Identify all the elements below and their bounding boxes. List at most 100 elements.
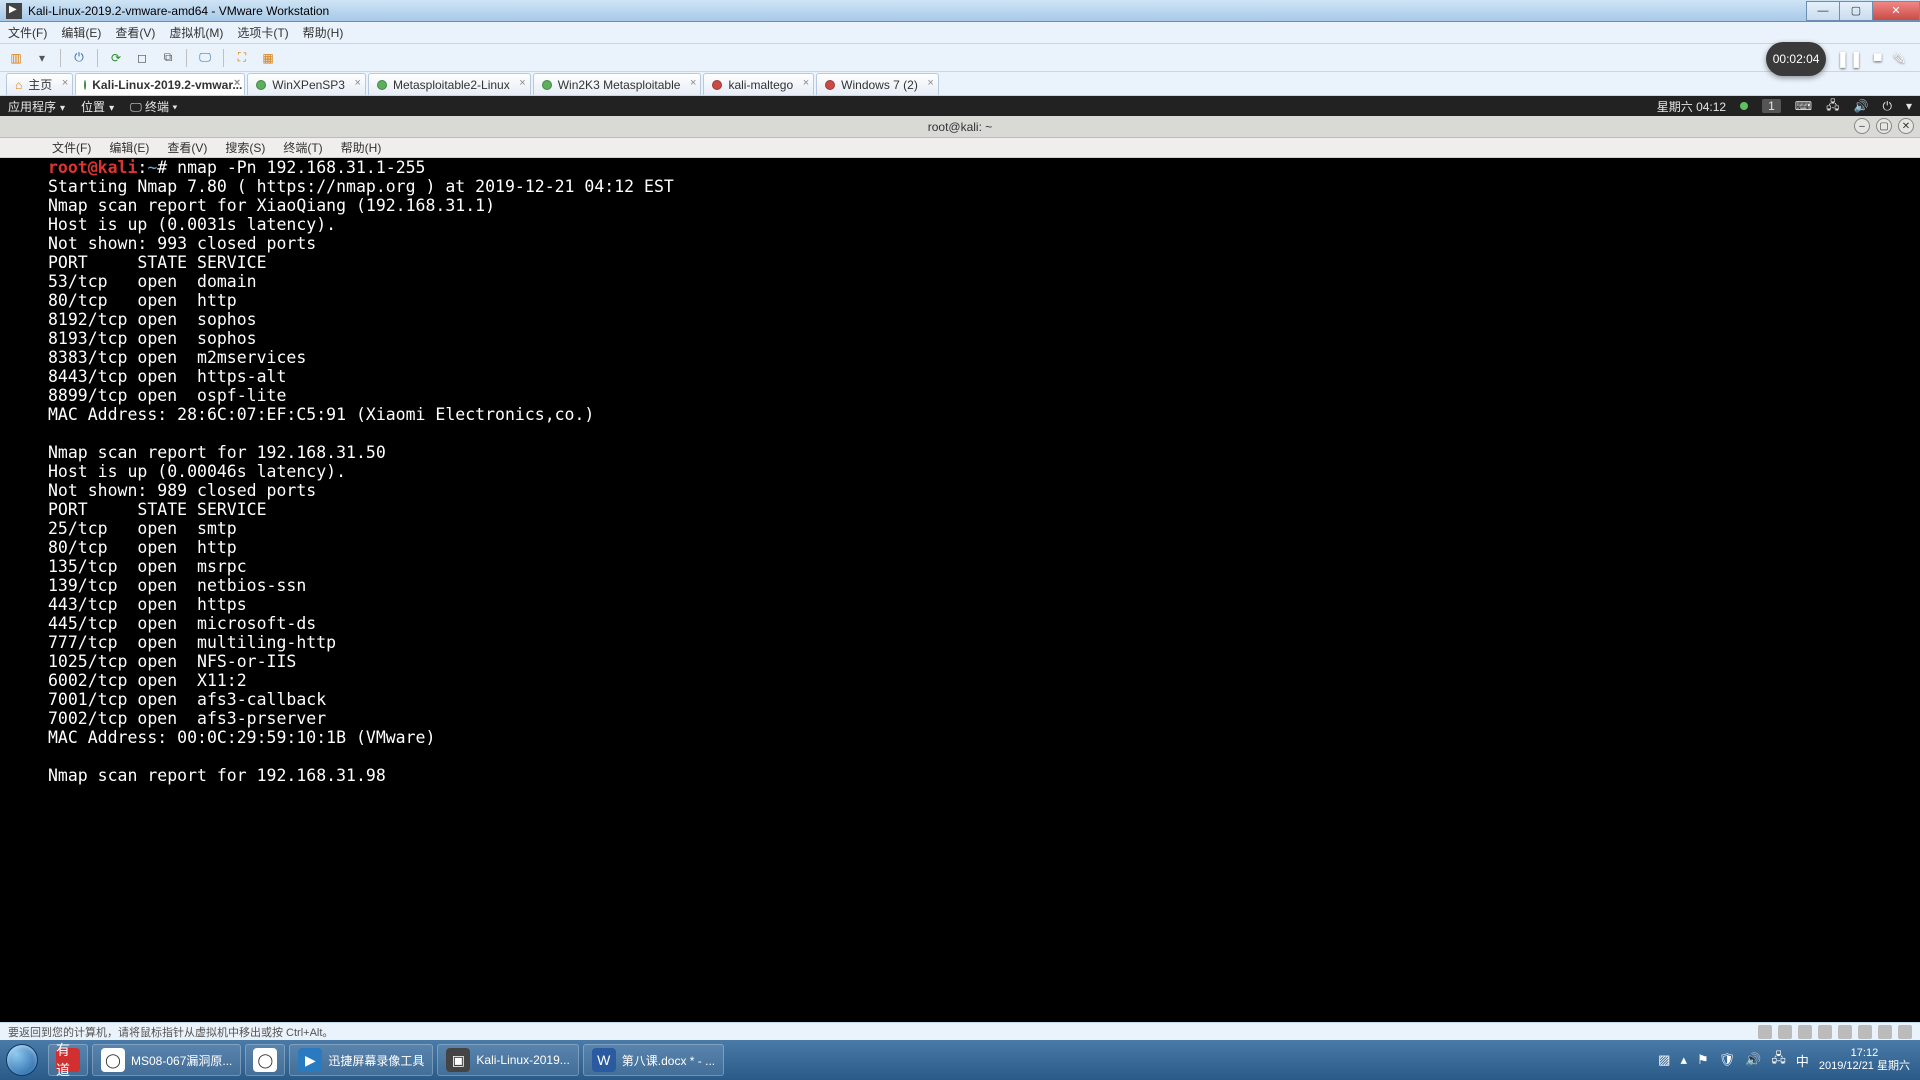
taskbar-clock[interactable]: 17:12 2019/12/21 星期六 <box>1819 1047 1910 1073</box>
terminal-menu-item[interactable]: 查看(V) <box>167 139 207 156</box>
status-hdd-icon[interactable] <box>1758 1025 1772 1039</box>
toolbar-library-icon[interactable]: ▥ <box>6 48 26 68</box>
tab-close-icon[interactable]: × <box>355 77 361 89</box>
window-title: Kali-Linux-2019.2-vmware-amd64 - VMware … <box>28 4 329 18</box>
toolbar-screenshot-icon[interactable]: 🖵 <box>195 48 215 68</box>
vmware-statusbar: 要返回到您的计算机，请将鼠标指针从虚拟机中移出或按 Ctrl+Alt。 <box>0 1022 1920 1040</box>
tray-network-icon[interactable]: 🖧 <box>1771 1049 1786 1071</box>
status-sound-icon[interactable] <box>1838 1025 1852 1039</box>
vmware-menu-item[interactable]: 查看(V) <box>115 24 155 41</box>
vmware-menu-item[interactable]: 编辑(E) <box>61 24 101 41</box>
recorder-stop-icon[interactable]: ■ <box>1873 49 1883 69</box>
tray-speaker-icon[interactable]: 🔊 <box>1745 1052 1761 1068</box>
panel-keyboard-icon[interactable]: ⌨ <box>1795 99 1812 113</box>
tray-shield-icon[interactable]: 🛡 <box>1719 1052 1736 1068</box>
taskbar-button-word[interactable]: W第八课.docx * - ... <box>583 1044 724 1076</box>
recorder-elapsed: 00:02:04 <box>1766 42 1826 76</box>
vm-state-icon <box>712 80 722 90</box>
vmware-menu-item[interactable]: 选项卡(T) <box>237 24 288 41</box>
recorder-draw-icon[interactable]: ✎ <box>1893 49 1906 69</box>
panel-network-icon[interactable]: 🖧 <box>1826 96 1839 117</box>
toolbar-unity-icon[interactable]: ▦ <box>258 48 278 68</box>
chrome2-icon: ◯ <box>253 1048 277 1072</box>
start-button[interactable] <box>0 1040 44 1080</box>
vmware-icon <box>6 3 22 19</box>
terminal-maximize-button[interactable]: ▢ <box>1876 118 1892 134</box>
toolbar-suspend-icon[interactable]: ◻ <box>132 48 152 68</box>
recorder-pause-icon[interactable]: ❚❚ <box>1836 49 1863 69</box>
toolbar-play-icon[interactable]: ⟳ <box>106 48 126 68</box>
taskbar-button-label: MS08-067漏洞原... <box>131 1052 232 1069</box>
vmware-tab[interactable]: Kali-Linux-2019.2-vmwar...× <box>75 73 245 95</box>
tray-security-icon[interactable]: ⚑ <box>1697 1052 1709 1068</box>
panel-places[interactable]: 位置 <box>81 98 114 115</box>
vmware-menu-item[interactable]: 虚拟机(M) <box>169 24 223 41</box>
vmware-menubar: 文件(F) 编辑(E) 查看(V) 虚拟机(M) 选项卡(T) 帮助(H) <box>0 22 1920 44</box>
taskbar-button-chrome2[interactable]: ◯ <box>245 1044 285 1076</box>
vmware-tabs: ⌂主页×Kali-Linux-2019.2-vmwar...×WinXPenSP… <box>0 72 1920 96</box>
status-cd-icon[interactable] <box>1778 1025 1792 1039</box>
minimize-button[interactable]: — <box>1806 1 1840 21</box>
terminal-menu-item[interactable]: 文件(F) <box>52 139 91 156</box>
terminal-menu-item[interactable]: 编辑(E) <box>109 139 149 156</box>
terminal-menubar: 文件(F) 编辑(E) 查看(V) 搜索(S) 终端(T) 帮助(H) <box>0 138 1920 158</box>
panel-volume-icon[interactable]: 🔊 <box>1854 99 1869 113</box>
toolbar-dropdown-icon[interactable]: ▾ <box>32 48 52 68</box>
panel-terminal-icon[interactable]: 🖵 终端 ▾ <box>130 98 177 115</box>
tab-close-icon[interactable]: × <box>803 77 809 89</box>
taskbar-button-youdao[interactable]: 有道 <box>48 1044 88 1076</box>
tab-close-icon[interactable]: × <box>690 77 696 89</box>
tab-close-icon[interactable]: × <box>927 77 933 89</box>
terminal-output[interactable]: root@kali:~# nmap -Pn 192.168.31.1-255 S… <box>48 158 1908 1022</box>
toolbar-power-icon[interactable]: ⏻ <box>69 48 89 68</box>
vmware-tab-label: kali-maltego <box>728 78 793 92</box>
status-mem-icon[interactable] <box>1898 1025 1912 1039</box>
vmware-tab[interactable]: WinXPenSP3× <box>247 73 366 95</box>
youdao-icon: 有道 <box>56 1048 80 1072</box>
status-net-icon[interactable] <box>1798 1025 1812 1039</box>
terminal-body[interactable]: root@kali:~# nmap -Pn 192.168.31.1-255 S… <box>0 158 1920 1022</box>
guest-screen: 应用程序 位置 🖵 终端 ▾ 星期六 04:12 1 ⌨ 🖧 🔊 ⏻ ▾ roo… <box>0 96 1920 1022</box>
panel-clock[interactable]: 星期六 04:12 <box>1657 98 1726 115</box>
taskbar-button-recorder[interactable]: ▶迅捷屏幕录像工具 <box>289 1044 433 1076</box>
panel-workspace[interactable]: 1 <box>1762 99 1781 113</box>
vm-state-icon <box>256 80 266 90</box>
maximize-button[interactable]: ▢ <box>1839 1 1873 21</box>
vmware-menu-item[interactable]: 帮助(H) <box>303 24 344 41</box>
status-display-icon[interactable] <box>1878 1025 1892 1039</box>
tray-up-icon[interactable]: ▴ <box>1680 1052 1687 1068</box>
taskbar-button-vmware[interactable]: ▣Kali-Linux-2019... <box>437 1044 578 1076</box>
tray-nvidia-icon[interactable]: ▨ <box>1658 1052 1670 1068</box>
vmware-tab[interactable]: Metasploitable2-Linux× <box>368 73 531 95</box>
status-printer-icon[interactable] <box>1858 1025 1872 1039</box>
vmware-tab[interactable]: kali-maltego × <box>703 73 814 95</box>
toolbar-snapshot-icon[interactable]: ⧉ <box>158 48 178 68</box>
taskbar-button-label: 迅捷屏幕录像工具 <box>328 1052 424 1069</box>
panel-power-icon[interactable]: ⏻ <box>1882 99 1892 114</box>
panel-user-dropdown[interactable]: ▾ <box>1906 99 1912 113</box>
terminal-menu-item[interactable]: 终端(T) <box>283 139 322 156</box>
vmware-tab[interactable]: Windows 7 (2)× <box>816 73 939 95</box>
taskbar-button-label: 第八课.docx * - ... <box>622 1052 715 1069</box>
start-orb-icon <box>6 1044 38 1076</box>
terminal-close-button[interactable]: ✕ <box>1898 118 1914 134</box>
vmware-tab[interactable]: ⌂主页× <box>6 73 73 95</box>
terminal-menu-item[interactable]: 搜索(S) <box>225 139 265 156</box>
tab-close-icon[interactable]: × <box>519 77 525 89</box>
windows-taskbar: 有道 ◯MS08-067漏洞原... ◯ ▶迅捷屏幕录像工具▣Kali-Linux-2… <box>0 1040 1920 1080</box>
vmware-tab[interactable]: Win2K3 Metasploitable× <box>533 73 702 95</box>
tray-lang-icon[interactable]: 中 <box>1796 1051 1809 1070</box>
tab-close-icon[interactable]: × <box>234 77 240 89</box>
terminal-menu-item[interactable]: 帮助(H) <box>341 139 382 156</box>
toolbar-fullscreen-icon[interactable]: ⛶ <box>232 48 252 68</box>
panel-recording-dot <box>1740 102 1748 110</box>
window-titlebar[interactable]: Kali-Linux-2019.2-vmware-amd64 - VMware … <box>0 0 1920 22</box>
vm-state-icon <box>377 80 387 90</box>
terminal-minimize-button[interactable]: – <box>1854 118 1870 134</box>
terminal-window-titlebar[interactable]: root@kali: ~ – ▢ ✕ <box>0 116 1920 138</box>
status-usb-icon[interactable] <box>1818 1025 1832 1039</box>
close-button[interactable]: ✕ <box>1872 1 1920 21</box>
tab-close-icon[interactable]: × <box>62 77 68 89</box>
vmware-menu-item[interactable]: 文件(F) <box>8 24 47 41</box>
taskbar-button-chrome[interactable]: ◯MS08-067漏洞原... <box>92 1044 241 1076</box>
